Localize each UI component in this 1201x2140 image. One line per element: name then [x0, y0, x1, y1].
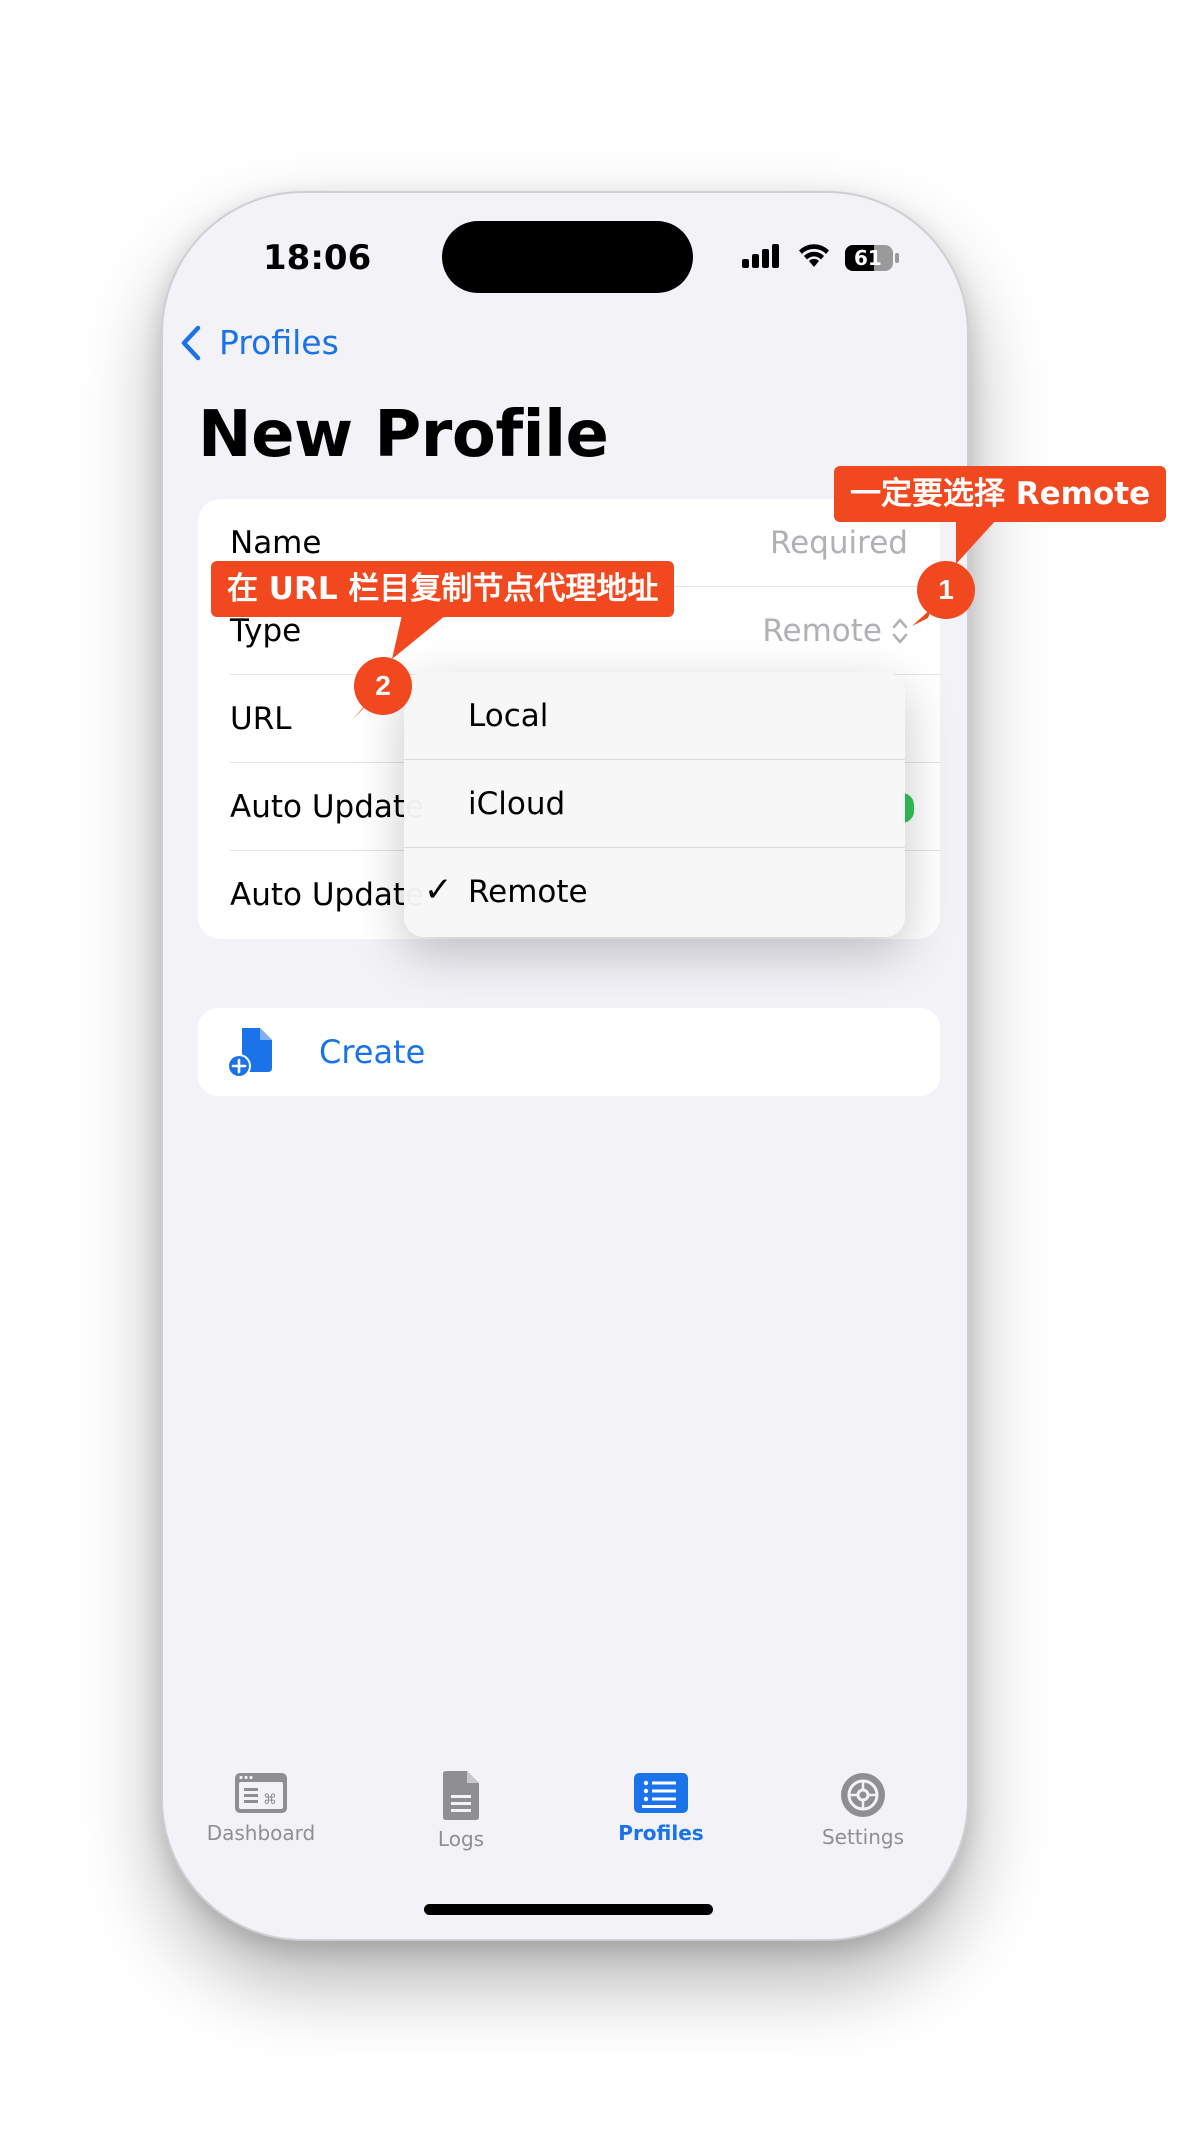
- menu-item-remote[interactable]: ✓ Remote: [404, 848, 905, 936]
- checkmark-icon: ✓: [424, 870, 453, 910]
- tab-settings[interactable]: Settings: [783, 1771, 943, 1849]
- tab-label: Profiles: [618, 1821, 704, 1845]
- svg-text:⌘: ⌘: [263, 1792, 277, 1808]
- annotation-pointer-2: [392, 615, 446, 659]
- new-document-icon: [227, 1028, 272, 1078]
- wifi-icon: [799, 244, 829, 267]
- tab-label: Settings: [821, 1825, 905, 1849]
- back-button[interactable]: Profiles: [181, 323, 339, 362]
- battery-cap: [895, 253, 899, 263]
- annotation-badge-tail-1: [912, 608, 932, 626]
- profiles-icon: [634, 1773, 688, 1813]
- annotation-badge-tail-2: [352, 700, 370, 720]
- auto-update-label: Auto Update: [230, 789, 425, 825]
- status-time: 18:06: [263, 238, 372, 278]
- create-label: Create: [319, 1033, 426, 1071]
- menu-item-local[interactable]: Local: [404, 672, 905, 760]
- tab-bar: ⌘ Dashboard Logs Profiles Settings: [163, 1771, 967, 1871]
- create-button[interactable]: Create: [198, 1008, 940, 1096]
- home-indicator: [424, 1904, 713, 1915]
- annotation-callout-1: 一定要选择 Remote: [834, 466, 1167, 522]
- chevron-left-icon: [181, 325, 201, 360]
- back-label: Profiles: [219, 323, 339, 362]
- dynamic-island: [442, 221, 693, 293]
- page-title: New Profile: [198, 398, 609, 472]
- logs-icon: [443, 1771, 479, 1820]
- tab-logs[interactable]: Logs: [381, 1771, 541, 1851]
- menu-item-label: Remote: [468, 874, 588, 910]
- type-label: Type: [230, 613, 302, 649]
- dashboard-icon: ⌘: [235, 1773, 287, 1813]
- url-label: URL: [230, 701, 292, 737]
- type-value: Remote: [762, 613, 882, 649]
- menu-item-label: Local: [468, 698, 549, 734]
- type-picker[interactable]: Remote: [762, 613, 908, 649]
- tab-label: Logs: [437, 1827, 485, 1851]
- name-label: Name: [230, 525, 322, 561]
- phone-screen: 18:06 61 Profiles New Profile Name Requi…: [161, 191, 969, 1941]
- cellular-signal-icon: [742, 244, 779, 268]
- menu-item-icloud[interactable]: iCloud: [404, 760, 905, 848]
- tab-profiles[interactable]: Profiles: [581, 1771, 741, 1845]
- type-menu: Local iCloud ✓ Remote: [404, 672, 905, 937]
- auto-update-interval-label: Auto Update: [230, 877, 425, 913]
- battery-percent: 61: [854, 246, 882, 270]
- menu-item-label: iCloud: [468, 786, 566, 822]
- chevron-up-down-icon: [892, 618, 908, 644]
- annotation-pointer-1: [956, 520, 996, 564]
- annotation-callout-2: 在 URL 栏目复制节点代理地址: [211, 561, 675, 617]
- name-input[interactable]: Required: [770, 525, 908, 561]
- tab-label: Dashboard: [206, 1821, 316, 1845]
- battery-icon: 61: [845, 245, 893, 271]
- tab-dashboard[interactable]: ⌘ Dashboard: [181, 1771, 341, 1845]
- settings-icon: [841, 1773, 885, 1817]
